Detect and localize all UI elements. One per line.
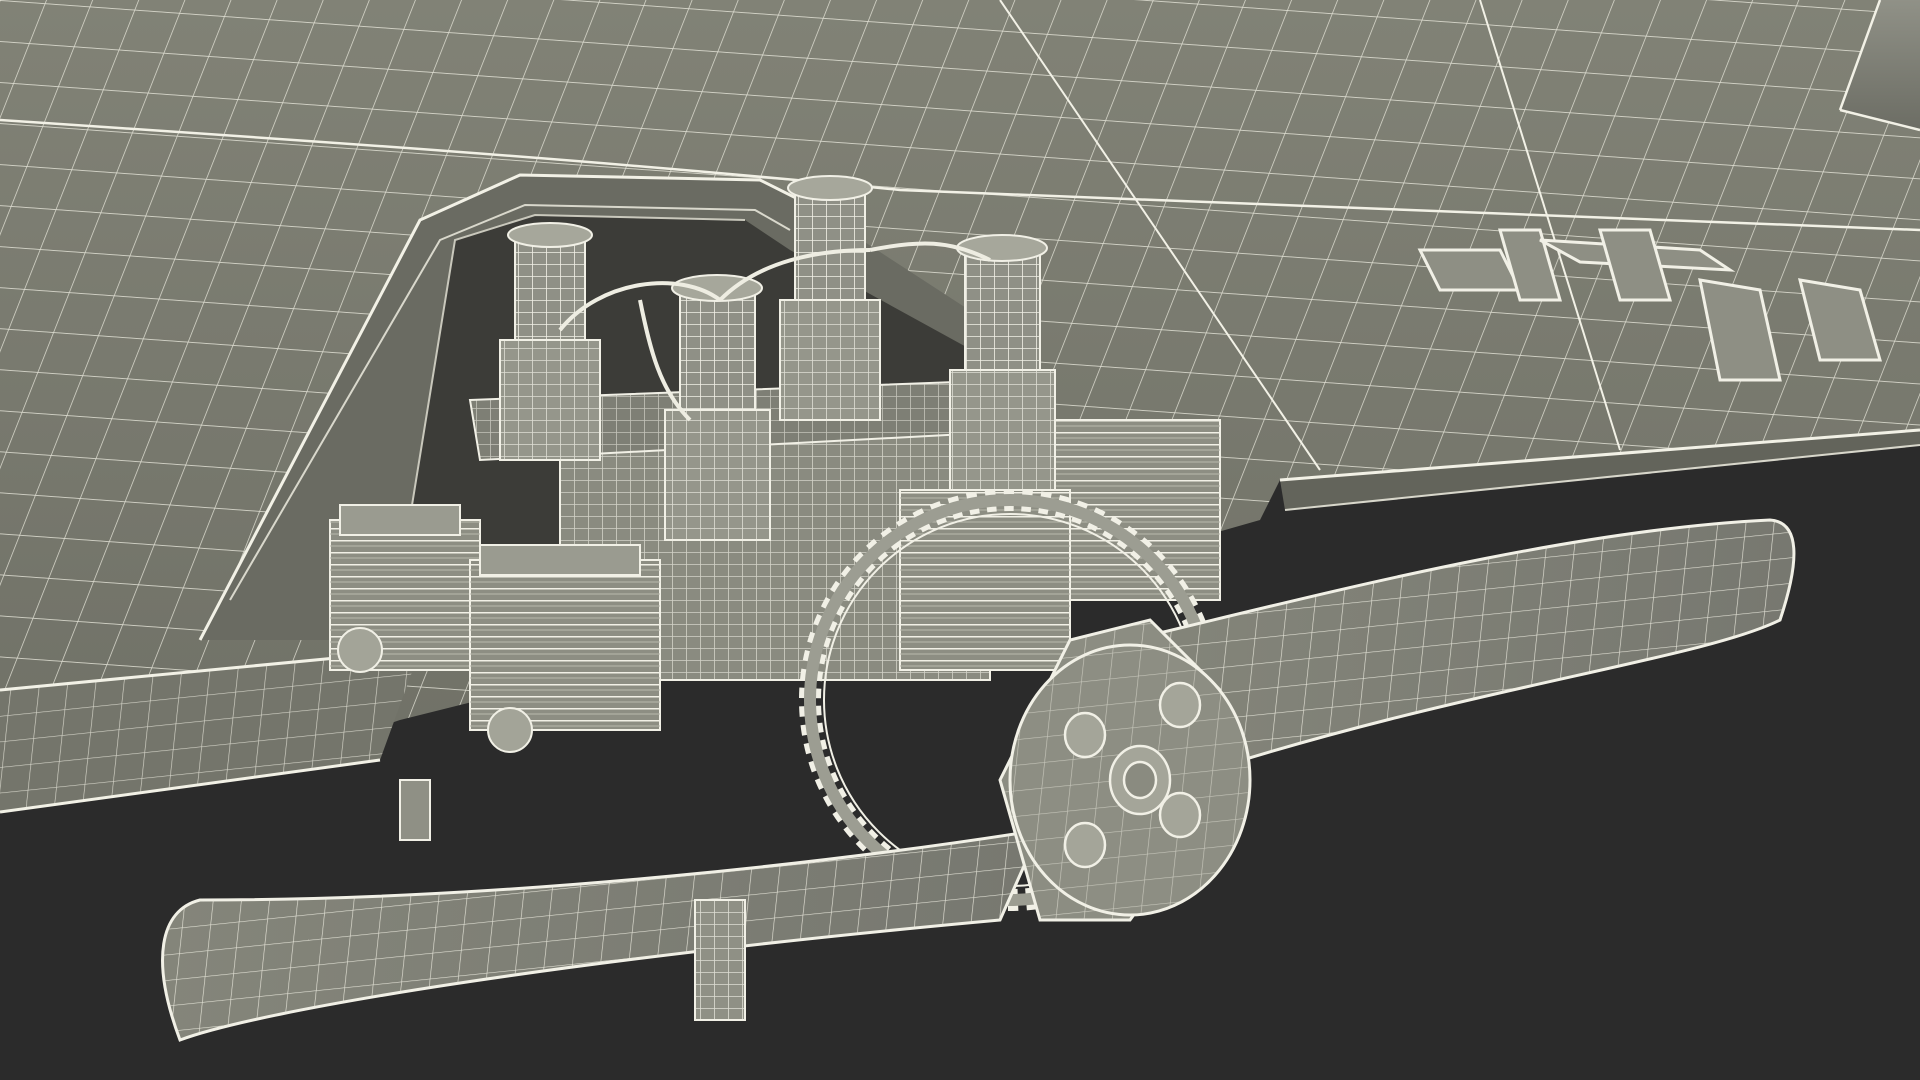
wireframe-render-viewport <box>0 0 1920 1080</box>
intake-stack-4 <box>949 234 1056 491</box>
cylinder-left-front <box>469 544 661 731</box>
intake-stack-1 <box>499 222 601 461</box>
scene-svg <box>0 0 1920 1080</box>
intake-stack-2 <box>779 175 881 421</box>
